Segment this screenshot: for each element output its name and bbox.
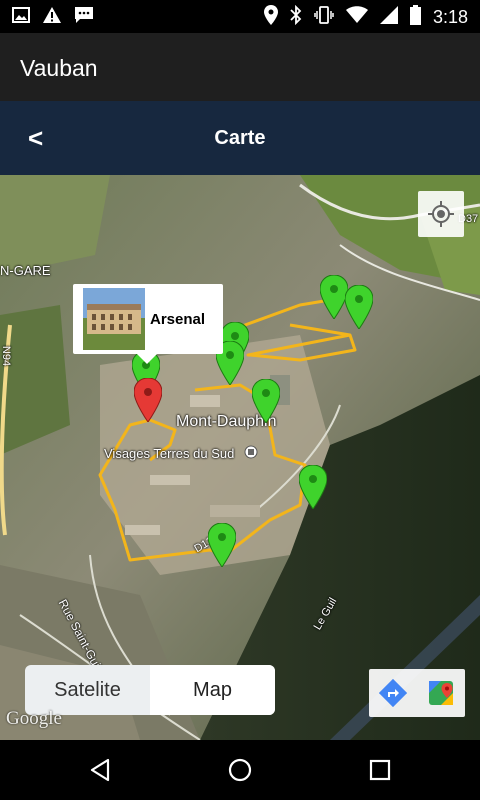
chat-icon [74, 6, 94, 29]
selected-map-marker[interactable] [134, 378, 162, 422]
satellite-imagery [0, 175, 480, 740]
google-maps-icon [429, 681, 453, 705]
map-label-poi: Visages Terres du Sud [104, 446, 235, 461]
home-nav-icon[interactable] [226, 756, 254, 784]
warning-icon [42, 6, 62, 29]
my-location-icon [428, 201, 454, 227]
signal-icon [379, 6, 398, 29]
my-location-button[interactable] [418, 191, 464, 237]
open-in-maps-button[interactable] [417, 669, 465, 717]
system-navigation-bar [0, 740, 480, 800]
map-marker[interactable] [320, 275, 348, 319]
location-icon [263, 5, 278, 30]
map-marker[interactable] [252, 379, 280, 423]
map-label-gare: N-GARE [0, 263, 51, 278]
info-window-pointer [137, 354, 157, 364]
back-nav-icon[interactable] [86, 756, 114, 784]
map-marker[interactable] [299, 465, 327, 509]
app-title: Vauban [20, 55, 98, 81]
page-header: < Carte [0, 101, 480, 175]
map-type-toggle: Satelite Map [25, 665, 275, 715]
page-title: Carte [214, 127, 266, 149]
status-bar: 3:18 [0, 0, 480, 33]
directions-icon [379, 679, 407, 707]
map-marker[interactable] [208, 523, 236, 567]
map-view[interactable]: N-GARE N94 D37 Mont-Dauphin Visages Terr… [0, 175, 480, 740]
marker-info-window[interactable]: Arsenal [73, 284, 223, 364]
image-icon [12, 6, 30, 29]
map-toolbar [369, 669, 465, 717]
wifi-icon [345, 6, 368, 29]
directions-button[interactable] [369, 669, 417, 717]
battery-icon [409, 5, 421, 30]
map-option[interactable]: Map [150, 665, 275, 715]
map-label-n94: N94 [0, 345, 13, 367]
google-attribution: Google [6, 708, 62, 729]
recents-nav-icon[interactable] [366, 756, 394, 784]
vibrate-icon [314, 5, 334, 30]
place-thumbnail [83, 288, 145, 350]
clock: 3:18 [432, 7, 468, 27]
place-name: Arsenal [150, 310, 206, 328]
map-marker[interactable] [345, 285, 373, 329]
bluetooth-icon [290, 4, 302, 30]
app-bar: Vauban [0, 33, 480, 101]
